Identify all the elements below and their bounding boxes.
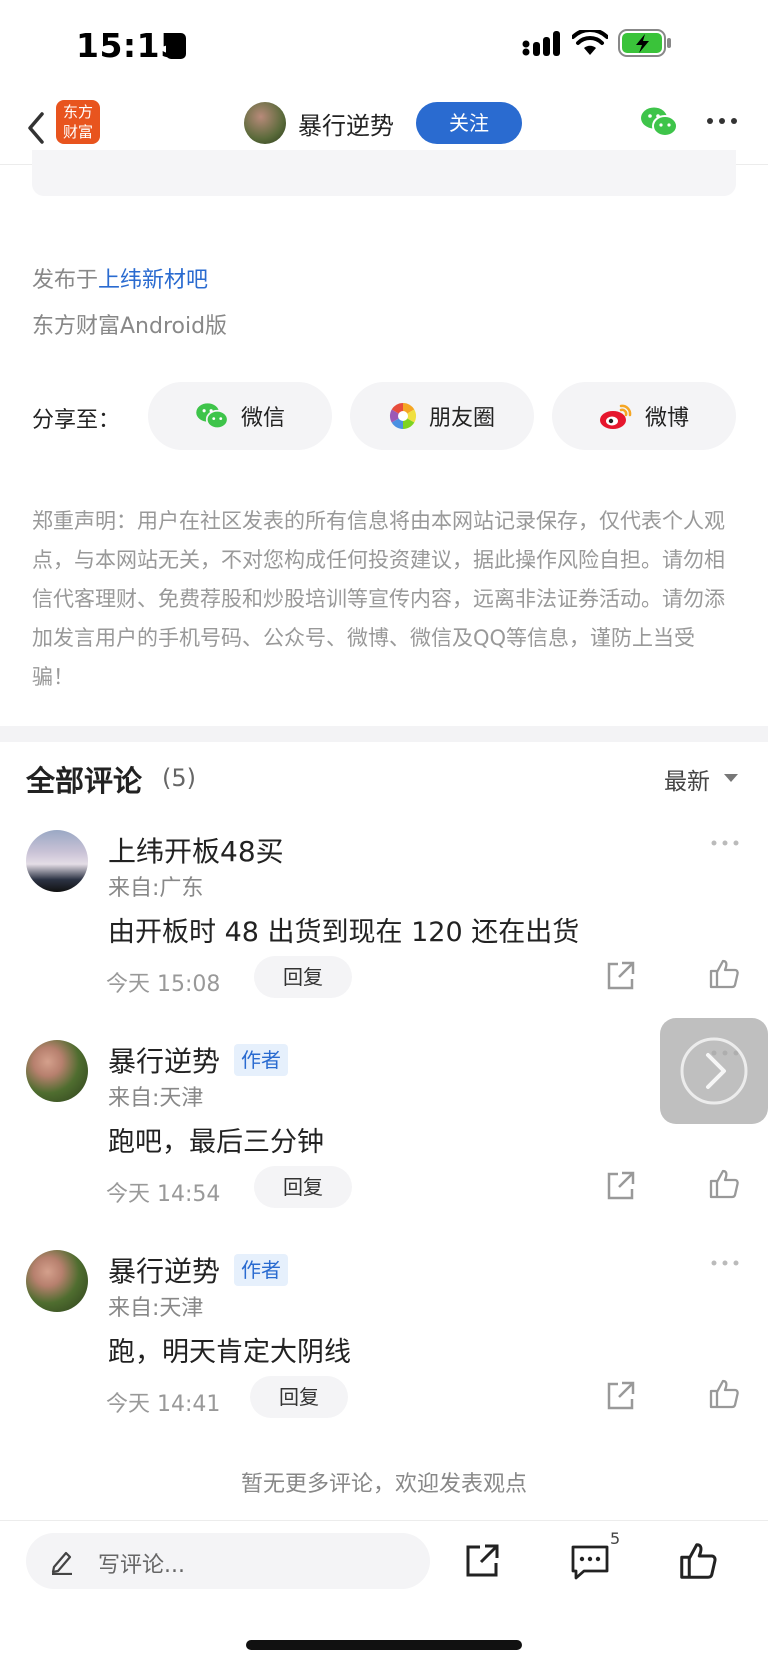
wechat-icon [196,403,229,430]
comment-input-placeholder: 写评论... [98,1553,185,1578]
home-indicator[interactable] [246,1640,522,1650]
comment-icon[interactable] [570,1543,610,1581]
back-arrow-icon[interactable] [22,106,50,150]
author-tag: 作者 [234,1044,288,1076]
share-icon[interactable] [464,1543,500,1579]
more-options-icon[interactable] [710,838,740,848]
like-icon[interactable] [708,1378,740,1410]
next-article-button[interactable] [660,1018,768,1124]
wifi-icon [572,30,608,55]
moments-icon [389,402,417,430]
comments-count: (5) [162,764,196,792]
share-moments-button[interactable]: 朋友圈 [350,382,534,450]
wechat-icon[interactable] [640,106,678,138]
comment-time: 今天 15:08 [106,972,221,997]
author-tag: 作者 [234,1254,288,1286]
share-weibo-label: 微博 [644,406,689,431]
share-weibo-button[interactable]: 微博 [552,382,736,450]
like-icon[interactable] [678,1541,718,1581]
author-avatar[interactable] [244,102,286,144]
published-in: 发布于上纬新材吧 [32,262,208,294]
like-icon[interactable] [708,1168,740,1200]
status-bar: 15:15 [0,0,768,92]
battery-icon [618,29,671,57]
comment-location: 来自:广东 [108,876,204,901]
more-options-icon[interactable] [710,1258,740,1268]
pencil-icon [51,1551,72,1575]
chevron-right-icon [680,1037,748,1105]
comments-title: 全部评论 [26,764,143,798]
comment-text: 跑，明天肯定大阴线 [108,1337,351,1368]
sort-dropdown[interactable]: 最新 [664,762,710,796]
share-wechat-button[interactable]: 微信 [148,382,332,450]
reply-button[interactable]: 回复 [254,956,352,998]
commenter-name[interactable]: 暴行逆势 [108,1250,220,1290]
comment-time: 今天 14:41 [106,1392,221,1417]
comment-item: 上纬开板48买 来自:广东 由开板时 48 出货到现在 120 还在出货 今天 … [0,830,768,1040]
section-divider [0,726,768,742]
commenter-avatar[interactable] [26,1040,88,1102]
share-icon[interactable] [604,960,636,992]
board-link[interactable]: 上纬新材吧 [98,268,208,293]
author-name[interactable]: 暴行逆势 [298,106,394,141]
client-source: 东方财富Android版 [32,314,228,339]
share-icon[interactable] [604,1170,636,1202]
reply-button[interactable]: 回复 [250,1376,348,1418]
signal-icon [522,31,560,56]
reply-button[interactable]: 回复 [254,1166,352,1208]
focus-badge-icon [166,33,186,59]
comment-text: 由开板时 48 出货到现在 120 还在出货 [108,917,580,948]
published-prefix: 发布于 [32,268,99,293]
comment-text: 跑吧，最后三分钟 [108,1127,324,1158]
comment-input[interactable]: 写评论... [26,1533,430,1589]
share-moments-label: 朋友圈 [428,406,495,431]
comment-location: 来自:天津 [108,1086,204,1111]
like-icon[interactable] [708,958,740,990]
comment-count-badge: 5 [610,1529,621,1548]
disclaimer-text: 郑重声明：用户在社区发表的所有信息将由本网站记录保存，仅代表个人观点，与本网站无… [32,509,725,689]
caret-down-icon[interactable] [724,774,738,782]
commenter-name[interactable]: 暴行逆势 [108,1040,220,1080]
logo-text-top: 东方 [62,103,93,121]
content-card-bottom [32,150,736,196]
comment-location: 来自:天津 [108,1296,204,1321]
comment-item: 暴行逆势 作者 来自:天津 跑吧，最后三分钟 今天 14:54 回复 [0,1040,768,1250]
weibo-icon [599,404,632,429]
no-more-comments: 暂无更多评论，欢迎发表观点 [240,1472,527,1497]
comment-item: 暴行逆势 作者 来自:天津 跑，明天肯定大阴线 今天 14:41 回复 [0,1250,768,1460]
share-wechat-label: 微信 [240,406,285,431]
commenter-name[interactable]: 上纬开板48买 [108,830,284,870]
share-icon[interactable] [604,1380,636,1412]
eastmoney-logo[interactable]: 东方 财富 [56,100,100,144]
logo-text-bottom: 财富 [62,123,93,141]
share-label: 分享至： [32,408,121,433]
follow-button[interactable]: 关注 [416,102,522,144]
comment-time: 今天 14:54 [106,1182,221,1207]
commenter-avatar[interactable] [26,1250,88,1312]
commenter-avatar[interactable] [26,830,88,892]
more-options-icon[interactable] [706,114,738,128]
